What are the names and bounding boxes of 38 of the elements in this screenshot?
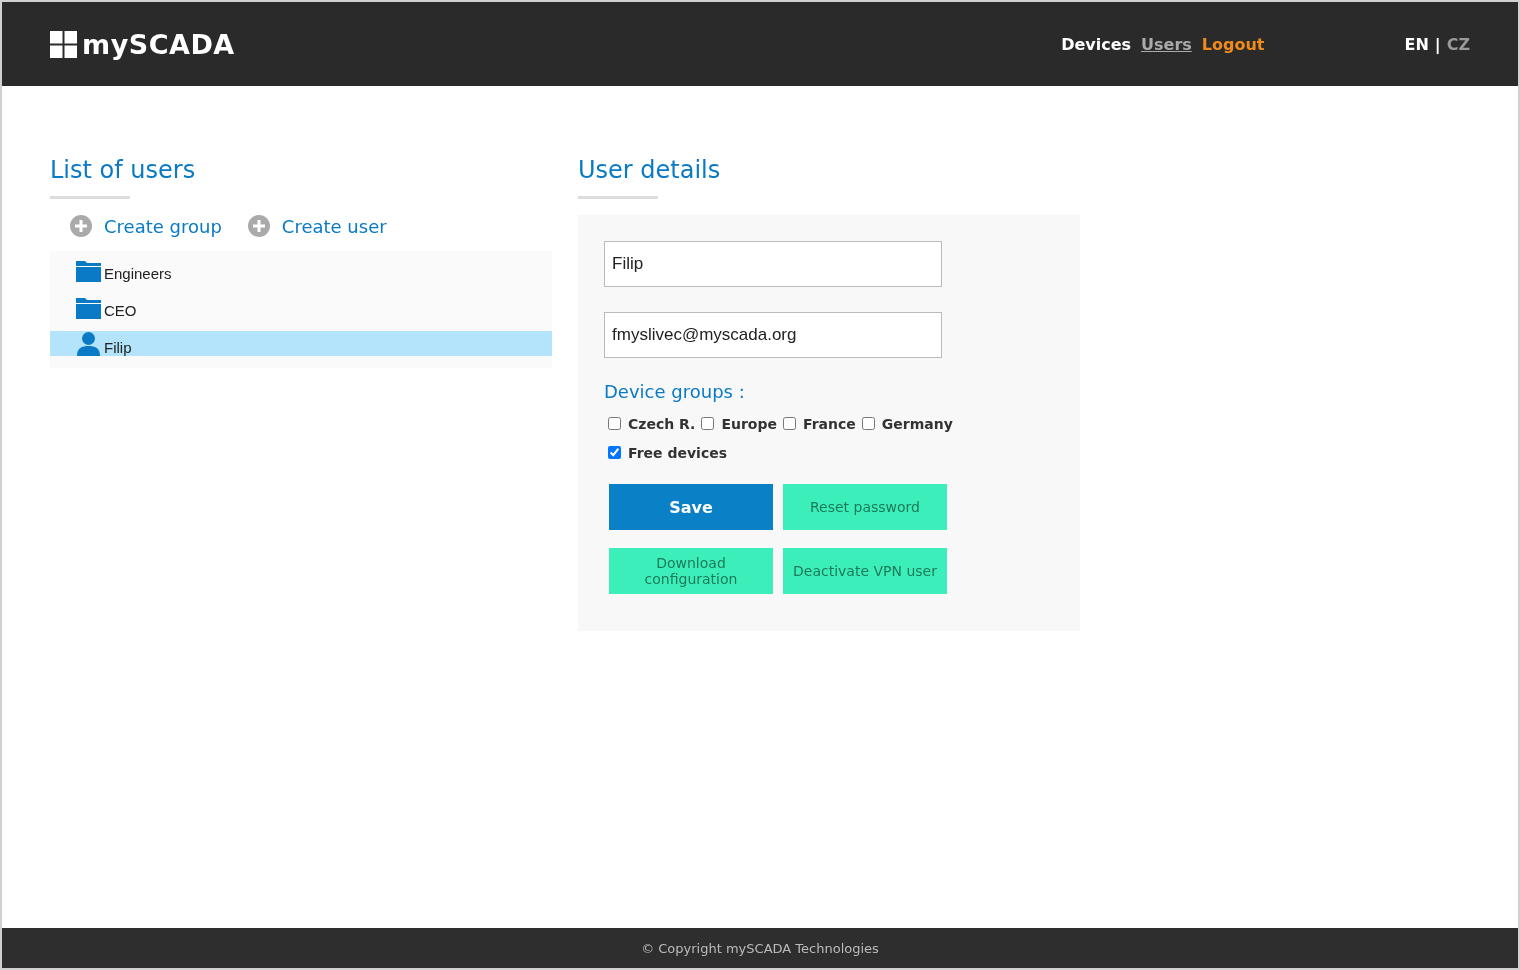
plus-circle-icon	[70, 215, 92, 237]
squares-logo-icon	[50, 30, 77, 58]
tree-item[interactable]: CEO	[50, 288, 552, 325]
tree-item[interactable]: Filip	[50, 331, 552, 356]
tree-item[interactable]: Engineers	[50, 251, 552, 288]
copyright-text: © Copyright mySCADA Technologies	[641, 940, 879, 956]
folder-icon	[76, 297, 101, 319]
plus-circle-icon	[247, 215, 270, 237]
action-button[interactable]: Deactivate VPN user	[783, 548, 947, 594]
action-button[interactable]: Download configuration	[609, 548, 773, 594]
nav-link[interactable]: Logout	[1201, 34, 1265, 54]
action-button[interactable]: Reset password	[783, 484, 947, 530]
folder-icon	[76, 260, 101, 282]
checkbox[interactable]	[861, 417, 875, 430]
checkbox-label: Germany	[881, 415, 953, 432]
checkbox-label: Free devices	[628, 444, 727, 461]
checkbox[interactable]	[608, 446, 621, 459]
person-icon	[76, 332, 101, 356]
checkbox[interactable]	[608, 417, 621, 430]
create-link[interactable]: Create group	[70, 215, 222, 237]
section-title: User details	[578, 156, 722, 186]
language-link[interactable]: CZ	[1446, 34, 1470, 54]
nav-link[interactable]: Users	[1141, 34, 1192, 54]
groups-label: Device groups :	[604, 381, 746, 402]
language-link[interactable]: EN	[1404, 34, 1429, 54]
checkbox-label: France	[803, 415, 856, 432]
section-title: List of users	[50, 156, 197, 186]
language-separator: |	[1434, 34, 1441, 54]
checkbox-label: Czech R.	[628, 415, 696, 432]
logo-text: mySCADA	[82, 28, 235, 60]
name-field[interactable]: Filip	[604, 241, 942, 287]
checkbox[interactable]	[701, 417, 715, 430]
nav-link[interactable]: Devices	[1061, 34, 1132, 54]
create-link[interactable]: Create user	[247, 215, 387, 237]
email-field[interactable]: fmyslivec@myscada.org	[604, 312, 942, 358]
checkbox[interactable]	[783, 417, 796, 430]
action-button[interactable]: Save	[609, 484, 773, 530]
checkbox-label: Europe	[721, 415, 777, 432]
